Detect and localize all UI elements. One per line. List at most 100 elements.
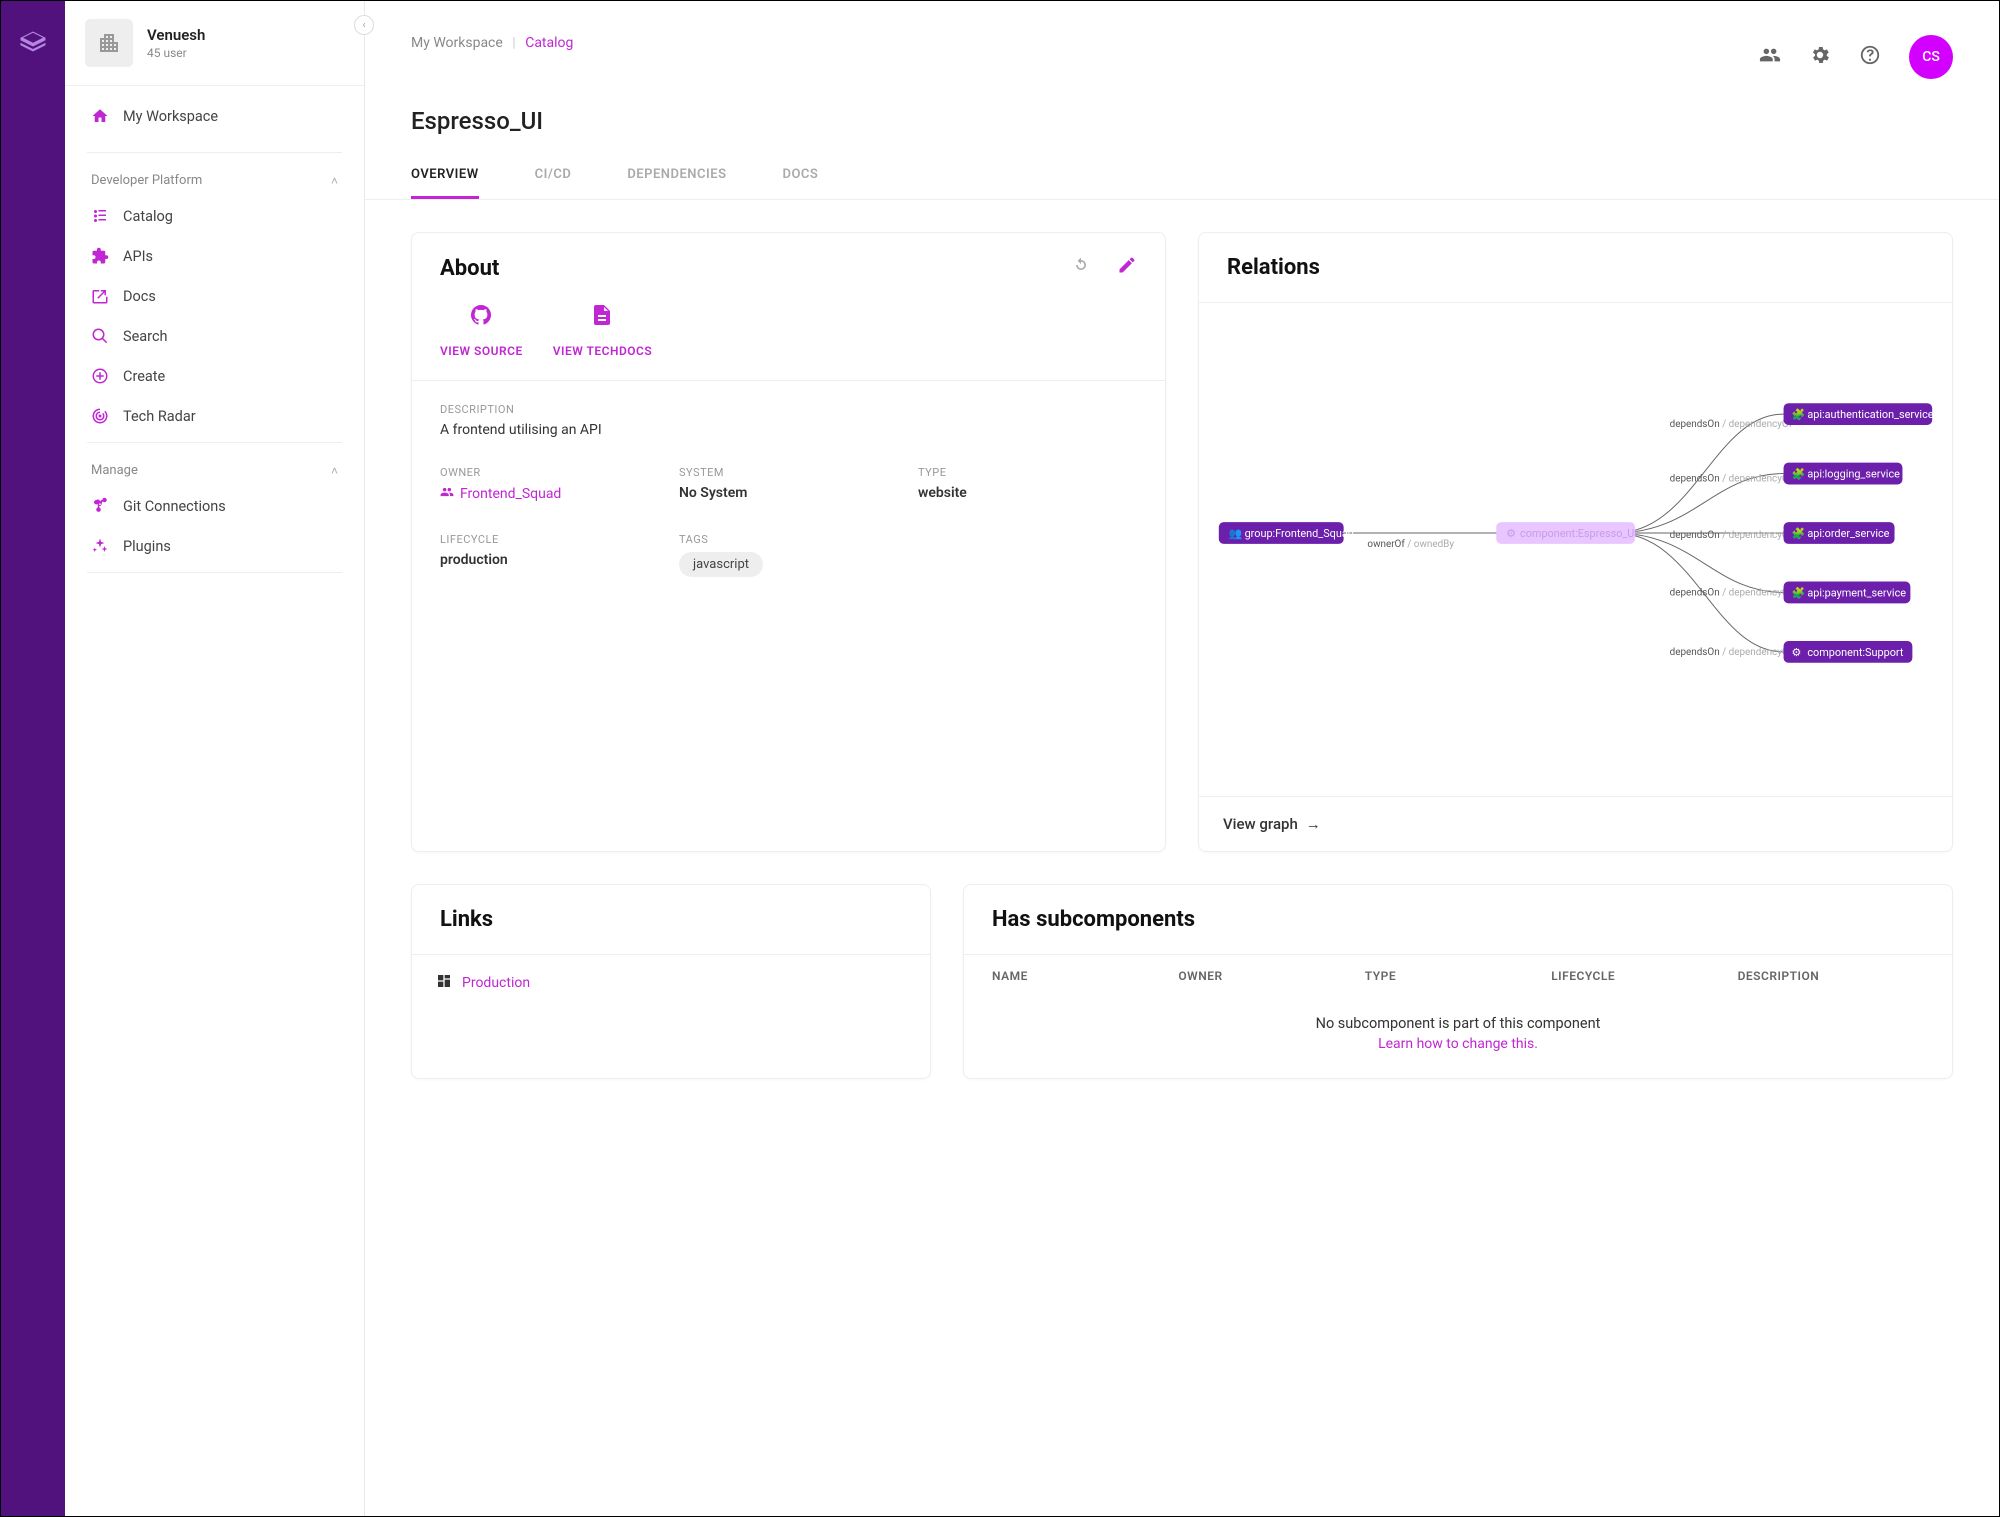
- home-icon: [91, 107, 109, 125]
- svg-text:api:order_service: api:order_service: [1807, 527, 1889, 540]
- chevron-up-icon: ˄: [331, 174, 338, 188]
- svg-text:🧩: 🧩: [1791, 468, 1805, 481]
- relations-graph[interactable]: ownerOf / ownedBy dependsOn / dependency…: [1199, 303, 1952, 763]
- sidebar-item-label: My Workspace: [123, 108, 218, 125]
- svg-text:api:logging_service: api:logging_service: [1807, 468, 1900, 481]
- subcomponents-learn-link[interactable]: Learn how to change this.: [964, 1036, 1952, 1052]
- sidebar-item-label: Tech Radar: [123, 408, 196, 425]
- subcomponents-card: Has subcomponents NAME OWNER TYPE LIFECY…: [963, 884, 1953, 1079]
- sidebar-item-git-connections[interactable]: Git Connections: [65, 486, 364, 526]
- app-rail: [1, 1, 65, 1516]
- system-value: No System: [679, 485, 898, 501]
- sidebar-section-developer-platform[interactable]: Developer Platform ˄: [65, 159, 364, 196]
- svg-text:🧩: 🧩: [1791, 586, 1805, 599]
- breadcrumb-root[interactable]: My Workspace: [411, 35, 503, 51]
- radar-icon: [91, 407, 109, 425]
- links-title: Links: [440, 907, 493, 932]
- main-content: My Workspace | Catalog CS Espresso_UI OV…: [365, 1, 1999, 1516]
- catalog-icon: [91, 207, 109, 225]
- sidebar-item-catalog[interactable]: Catalog: [65, 196, 364, 236]
- svg-text:api:authentication_service: api:authentication_service: [1807, 408, 1933, 421]
- svg-text:component:Espresso_UI: component:Espresso_UI: [1520, 527, 1637, 540]
- tab-dependencies[interactable]: DEPENDENCIES: [627, 153, 726, 199]
- sidebar-section-manage[interactable]: Manage ˄: [65, 449, 364, 486]
- sidebar-item-my-workspace[interactable]: My Workspace: [65, 96, 364, 136]
- sidebar-item-search[interactable]: Search: [65, 316, 364, 356]
- dashboard-icon: [436, 973, 452, 993]
- relations-card: Relations ownerOf / ownedBy: [1198, 232, 1953, 852]
- sidebar-item-label: Catalog: [123, 208, 173, 225]
- lifecycle-value: production: [440, 552, 659, 568]
- sidebar-item-apis[interactable]: APIs: [65, 236, 364, 276]
- breadcrumb: My Workspace | Catalog: [411, 35, 573, 51]
- type-value: website: [918, 485, 1137, 501]
- sidebar-collapse-button[interactable]: ‹: [354, 15, 374, 35]
- svg-text:group:Frontend_Squad: group:Frontend_Squad: [1245, 527, 1354, 540]
- tab-cicd[interactable]: CI/CD: [535, 153, 572, 199]
- sidebar: ‹ Venuesh 45 user My Workspace Developer…: [65, 1, 365, 1516]
- sidebar-item-label: Create: [123, 368, 165, 385]
- tag-pill[interactable]: javascript: [679, 552, 763, 577]
- help-icon[interactable]: [1859, 44, 1881, 70]
- breadcrumb-current[interactable]: Catalog: [525, 35, 573, 51]
- settings-icon[interactable]: [1809, 44, 1831, 70]
- relations-node-dep: 🧩 api:logging_service: [1784, 463, 1903, 485]
- relations-node-owner: 👥 group:Frontend_Squad: [1219, 522, 1354, 544]
- puzzle-icon: [91, 247, 109, 265]
- sidebar-item-label: Search: [123, 328, 168, 345]
- about-card: About VIEW SOURCE VIEW TE: [411, 232, 1166, 852]
- system-label: SYSTEM: [679, 466, 898, 479]
- sidebar-item-label: Docs: [123, 288, 156, 305]
- lifecycle-label: LIFECYCLE: [440, 533, 659, 546]
- search-icon: [91, 327, 109, 345]
- svg-text:⚙: ⚙: [1791, 646, 1801, 659]
- subcomponents-title: Has subcomponents: [992, 907, 1195, 932]
- org-avatar-icon: [85, 19, 133, 67]
- relations-node-dep: ⚙ component:Support: [1784, 641, 1913, 663]
- sidebar-item-create[interactable]: Create: [65, 356, 364, 396]
- people-icon[interactable]: [1759, 44, 1781, 70]
- sidebar-item-plugins[interactable]: Plugins: [65, 526, 364, 566]
- plus-circle-icon: [91, 367, 109, 385]
- links-card: Links Production: [411, 884, 931, 1079]
- svg-text:dependsOn / dependencyOf: dependsOn / dependencyOf: [1670, 587, 1793, 598]
- group-icon: [440, 485, 454, 503]
- sidebar-item-docs[interactable]: Docs: [65, 276, 364, 316]
- chevron-up-icon: ˄: [331, 464, 338, 478]
- link-item-production[interactable]: Production: [436, 973, 906, 993]
- relations-node-main: ⚙ component:Espresso_UI: [1496, 522, 1637, 544]
- subcomponents-empty-message: No subcomponent is part of this componen…: [964, 1015, 1952, 1032]
- sidebar-item-label: Plugins: [123, 538, 171, 555]
- user-avatar[interactable]: CS: [1909, 35, 1953, 79]
- sidebar-item-label: Git Connections: [123, 498, 226, 515]
- org-name: Venuesh: [147, 26, 205, 44]
- svg-text:api:payment_service: api:payment_service: [1807, 586, 1906, 599]
- git-icon: [91, 497, 109, 515]
- refresh-icon[interactable]: [1071, 255, 1091, 281]
- relations-node-dep: 🧩 api:order_service: [1784, 522, 1895, 544]
- description-value: A frontend utilising an API: [440, 422, 1137, 438]
- svg-text:dependsOn / dependencyOf: dependsOn / dependencyOf: [1670, 473, 1793, 484]
- svg-text:ownerOf / ownedBy: ownerOf / ownedBy: [1367, 539, 1454, 550]
- docs-icon: [91, 287, 109, 305]
- page-title: Espresso_UI: [365, 79, 1999, 153]
- about-title: About: [440, 256, 499, 281]
- tab-overview[interactable]: OVERVIEW: [411, 153, 479, 199]
- view-graph-link[interactable]: View graph →: [1199, 796, 1952, 851]
- edit-icon[interactable]: [1117, 255, 1137, 281]
- relations-node-dep: 🧩 api:authentication_service: [1784, 403, 1934, 425]
- arrow-right-icon: →: [1306, 815, 1321, 833]
- view-source-button[interactable]: VIEW SOURCE: [440, 303, 523, 360]
- description-label: DESCRIPTION: [440, 403, 1137, 416]
- relations-node-dep: 🧩 api:payment_service: [1784, 582, 1911, 604]
- org-subtitle: 45 user: [147, 46, 205, 60]
- view-techdocs-button[interactable]: VIEW TECHDOCS: [553, 303, 652, 360]
- tabs: OVERVIEW CI/CD DEPENDENCIES DOCS: [365, 153, 1999, 200]
- sidebar-item-tech-radar[interactable]: Tech Radar: [65, 396, 364, 436]
- sidebar-item-label: APIs: [123, 248, 153, 265]
- tab-docs[interactable]: DOCS: [783, 153, 819, 199]
- owner-link[interactable]: Frontend_Squad: [440, 485, 561, 503]
- file-icon: [590, 303, 614, 337]
- tags-label: TAGS: [679, 533, 898, 546]
- svg-text:dependsOn / dependencyOf: dependsOn / dependencyOf: [1670, 419, 1793, 430]
